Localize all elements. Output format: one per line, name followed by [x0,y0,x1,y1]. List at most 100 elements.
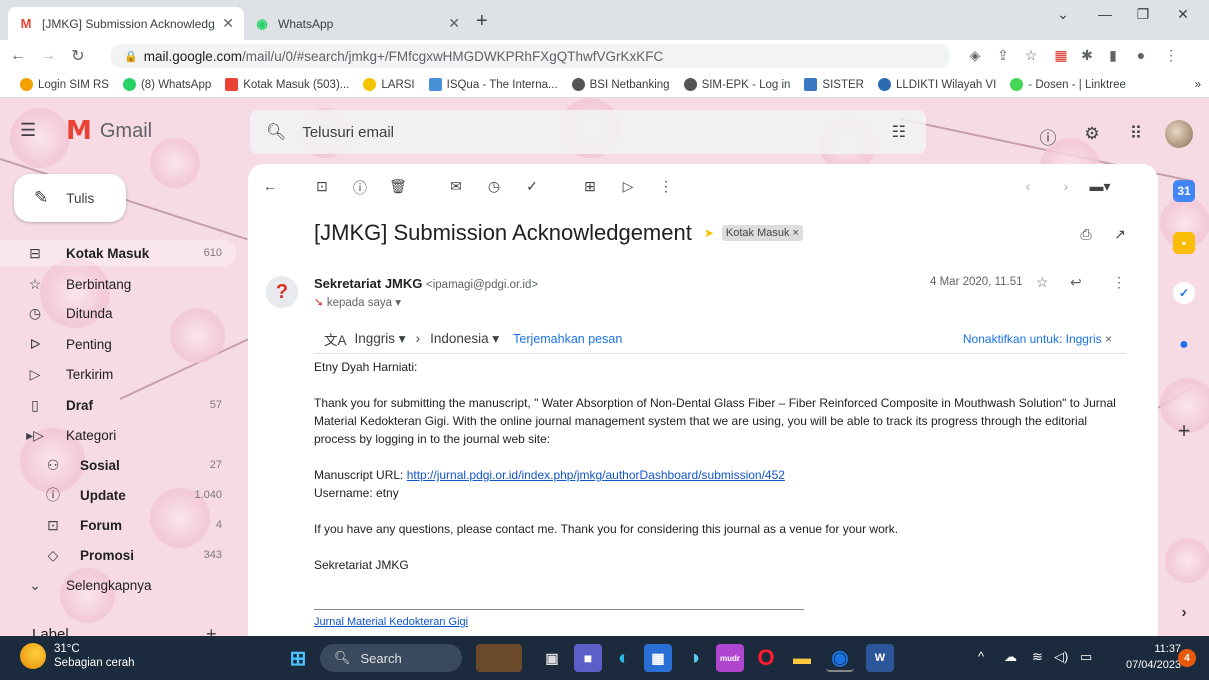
sidebar-item-sent[interactable]: ▷ Terkirim [0,361,236,387]
address-bar[interactable]: 🔒 mail.google.com /mail/u/0/#search/jmkg… [110,44,950,68]
back-to-list-icon[interactable]: ← [258,178,282,194]
volume-icon[interactable]: ◁) [1054,649,1068,665]
bookmarks-overflow-button[interactable]: » [1195,79,1201,91]
calendar-icon[interactable]: 31 [1173,180,1195,202]
extension-icon[interactable]: ◈ [964,47,986,64]
bookmark-item[interactable]: SIM-EPK - Log in [683,78,790,91]
bookmark-item[interactable]: BSI Netbanking [571,78,670,91]
disable-translate-link[interactable]: Nonaktifkan untuk: Inggris × [963,332,1112,346]
search-options-icon[interactable]: ☷ [892,122,906,142]
target-language-select[interactable]: Indonesia ▾ [430,331,499,347]
tasks-icon[interactable]: ✓ [1173,282,1195,304]
chrome-icon[interactable]: ◉ [826,644,854,672]
add-task-icon[interactable]: ✓ [520,178,544,195]
sidepanel-icon[interactable]: ▮ [1102,47,1124,64]
weather-widget[interactable]: 31°C Sebagian cerah [20,642,135,670]
word-icon[interactable]: W [866,644,894,672]
apps-grid-icon[interactable]: ⠿ [1124,124,1148,144]
reload-icon[interactable]: ↻ [66,46,90,66]
print-icon[interactable]: ⎙ [1074,226,1098,243]
open-new-window-icon[interactable]: ↗ [1108,226,1132,243]
more-options-icon[interactable]: ⋮ [1112,274,1126,291]
search-icon[interactable]: 🔍︎ [266,122,286,142]
keep-icon[interactable]: ▪ [1173,232,1195,254]
window-close-button[interactable]: ✕ [1168,6,1198,23]
bookmark-item[interactable]: SISTER [804,78,864,91]
account-avatar[interactable] [1165,120,1193,148]
close-icon[interactable]: ✕ [222,15,234,32]
newer-chevron-icon[interactable]: ‹ [1016,178,1040,194]
mendeley-icon[interactable]: ▦ [1050,47,1072,64]
teams-icon[interactable]: ■ [574,644,602,672]
minimize-button[interactable]: — [1090,6,1120,22]
settings-app-icon[interactable]: ◑ [680,644,708,672]
edge-icon[interactable]: ◐ [610,644,638,672]
sidebar-item-important[interactable]: ᐅ Penting [0,331,236,357]
help-icon[interactable]: ⓘ [1036,124,1060,149]
task-view-icon[interactable]: ▣ [538,644,566,672]
delete-icon[interactable]: 🗑︎ [386,178,410,195]
taskbar-search[interactable]: 🔍︎ Search [320,644,462,672]
sidebar-item-inbox[interactable]: ⊟ Kotak Masuk 610 [0,240,236,266]
sidebar-item-starred[interactable]: ☆ Berbintang [0,271,236,297]
close-icon[interactable]: ✕ [448,15,460,32]
extensions-puzzle-icon[interactable]: ✱ [1076,47,1098,64]
sidebar-item-drafts[interactable]: ▯ Draf 57 [0,392,236,418]
sidebar-item-more[interactable]: ⌄ Selengkapnya [0,572,236,598]
settings-gear-icon[interactable]: ⚙ [1080,124,1104,144]
new-tab-button[interactable]: + [476,10,488,33]
tab-search-icon[interactable]: ⌄ [1048,6,1078,23]
opera-icon[interactable]: O [752,644,780,672]
snooze-icon[interactable]: ◷ [482,178,506,195]
archive-icon[interactable]: ⊡ [310,178,334,195]
report-spam-icon[interactable]: ⓘ [348,178,372,198]
bookmark-item[interactable]: (8) WhatsApp [122,78,211,91]
taskbar-clock[interactable]: 11:37 07/04/2023 [1126,641,1181,673]
sidebar-item-categories[interactable]: ▸▷ Kategori [0,422,236,448]
gmail-logo[interactable]: M Gmail [66,116,152,146]
sidebar-item-forums[interactable]: ⊡ Forum 4 [0,512,236,538]
sidebar-item-social[interactable]: ⚇ Sosial 27 [0,452,236,478]
bookmark-item[interactable]: LARSI [363,78,415,91]
sender-name[interactable]: Sekretariat JMKG [314,276,422,291]
search-input[interactable]: Telusuri email [302,124,394,141]
bookmark-item[interactable]: - Dosen - | Linktree [1010,78,1126,91]
star-icon[interactable]: ☆ [1036,274,1049,291]
tray-chevron-icon[interactable]: ^ [978,649,984,664]
close-icon[interactable]: × [1105,332,1112,346]
tab-gmail[interactable]: M [JMKG] Submission Acknowledge ✕ [8,7,244,40]
reply-icon[interactable]: ↩ [1070,274,1082,291]
tab-whatsapp[interactable]: ◉ WhatsApp ✕ [244,7,470,40]
move-to-icon[interactable]: ⊞ [578,178,602,195]
important-marker-icon[interactable]: ➤ [704,226,714,240]
notification-badge[interactable]: 4 [1178,649,1196,667]
mudah-app-icon[interactable]: mudr [716,644,744,672]
onedrive-icon[interactable]: ☁ [1004,649,1017,665]
search-bar[interactable]: 🔍︎ Telusuri email ☷ [250,110,926,154]
battery-icon[interactable]: ▭ [1080,649,1092,665]
sidebar-item-snoozed[interactable]: ◷ Ditunda [0,300,236,326]
bookmark-item[interactable]: Kotak Masuk (503)... [225,78,349,91]
input-tools-icon[interactable]: ▬▾ [1088,178,1112,195]
signature-link[interactable]: Jurnal Material Kedokteran Gigi [314,616,468,628]
store-icon[interactable]: ▦ [644,644,672,672]
menu-kebab-icon[interactable]: ⋮ [1160,47,1182,64]
restore-button[interactable]: ❐ [1128,6,1158,23]
file-explorer-icon[interactable]: ▬ [788,644,816,672]
add-label-button[interactable]: + [206,624,217,636]
more-icon[interactable]: ⋮ [654,178,678,195]
windows-start-icon[interactable]: ⊞ [284,644,312,672]
label-icon[interactable]: ▷ [616,178,640,195]
hide-panel-chevron-icon[interactable]: › [1173,602,1195,624]
share-icon[interactable]: ⇪ [992,47,1014,64]
older-chevron-icon[interactable]: › [1054,178,1078,194]
source-language-select[interactable]: Inggris ▾ [355,331,406,347]
bookmark-item[interactable]: ISQua - The Interna... [428,78,558,91]
bookmark-item[interactable]: LLDIKTI Wilayah VI [877,78,996,91]
label-chip[interactable]: Kotak Masuk × [721,225,803,241]
bookmark-item[interactable]: Login SIM RS [20,78,109,91]
sidebar-item-promotions[interactable]: ◇ Promosi 343 [0,542,236,568]
translate-message-link[interactable]: Terjemahkan pesan [513,332,622,346]
bookmark-star-icon[interactable]: ☆ [1020,47,1042,64]
add-addon-icon[interactable]: + [1173,418,1195,443]
